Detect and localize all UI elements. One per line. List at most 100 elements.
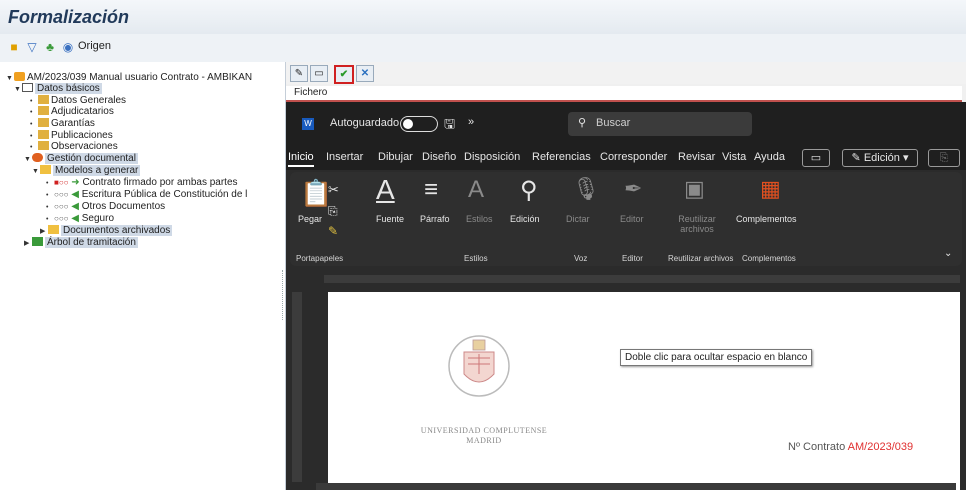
ribbon-tabs: Inicio Insertar Dibujar Diseño Disposici… bbox=[286, 146, 966, 170]
search-icon: ⚲ bbox=[520, 177, 538, 204]
vertical-ruler bbox=[292, 292, 302, 482]
search-box[interactable]: ⚲ Buscar bbox=[568, 112, 752, 136]
tree-item-observaciones[interactable]: • Observaciones bbox=[30, 141, 118, 153]
tab-diseno[interactable]: Diseño bbox=[422, 151, 456, 163]
paragraph-icon: ≡ bbox=[424, 176, 439, 203]
document-page[interactable]: UNIVERSIDAD COMPLUTENSE MADRID Nº Contra… bbox=[328, 292, 960, 490]
check-icon[interactable]: ✔ bbox=[334, 65, 354, 84]
university-name: UNIVERSIDAD COMPLUTENSE MADRID bbox=[420, 426, 548, 445]
app-title: Formalización bbox=[8, 7, 130, 27]
expand-arrow-icon[interactable]: ▼ bbox=[14, 84, 22, 96]
tree-item-modelos[interactable]: ▼ Modelos a generar bbox=[32, 165, 141, 178]
autosave-label: Autoguardado bbox=[330, 117, 400, 129]
search-placeholder: Buscar bbox=[596, 117, 631, 129]
group-estilos: Estilos bbox=[464, 254, 488, 263]
folder-icon bbox=[48, 225, 59, 234]
group-voz: Voz bbox=[574, 254, 588, 263]
origin-icon[interactable]: ◉ bbox=[60, 39, 76, 55]
tree-item-otros[interactable]: • ○○○ ◀ Otros Documentos bbox=[46, 201, 165, 213]
expand-arrow-icon[interactable]: ▼ bbox=[32, 166, 40, 178]
tree-item-contrato-firmado[interactable]: • ■○○ ➜ Contrato firmado por ambas partes bbox=[46, 177, 238, 189]
green-doc-icon: ◀ bbox=[71, 213, 79, 224]
table-icon bbox=[38, 95, 49, 104]
horizontal-ruler bbox=[286, 272, 966, 286]
expand-arrow-icon[interactable]: ▼ bbox=[24, 154, 32, 166]
editing-mode-button[interactable]: ✎ Edición ▾ bbox=[842, 149, 918, 167]
save-icon[interactable]: 🖫 bbox=[444, 115, 455, 137]
new-document-icon[interactable]: ■ bbox=[6, 39, 22, 55]
copy-icon[interactable]: ⎘ bbox=[328, 204, 338, 219]
group-editor: Editor bbox=[622, 254, 643, 263]
group-portapapeles: Portapapeles bbox=[296, 254, 344, 263]
filter-icon[interactable]: ▽ bbox=[24, 39, 40, 55]
microphone-icon: 🎙 bbox=[572, 176, 600, 201]
collapse-ribbon-icon[interactable]: ⌄ bbox=[944, 248, 952, 259]
close-icon[interactable]: ✕ bbox=[356, 65, 374, 82]
font-icon: A bbox=[376, 174, 395, 205]
status-lights-icon: ■○○ bbox=[54, 178, 69, 187]
tree-icon bbox=[32, 237, 43, 246]
addins-icon: ▦ bbox=[760, 176, 781, 201]
green-doc-icon: ◀ bbox=[71, 189, 79, 200]
tab-dibujar[interactable]: Dibujar bbox=[378, 151, 413, 163]
table-icon bbox=[38, 141, 49, 150]
table-icon bbox=[38, 118, 49, 127]
group-complementos: Complementos bbox=[742, 254, 796, 263]
tab-inicio[interactable]: Inicio bbox=[288, 151, 314, 167]
expand-arrow-icon[interactable]: ▼ bbox=[6, 73, 14, 85]
tab-vista[interactable]: Vista bbox=[722, 151, 746, 163]
tab-corresponder[interactable]: Corresponder bbox=[600, 151, 667, 163]
reuse-files-icon: ▣ bbox=[684, 176, 705, 201]
tab-disposicion[interactable]: Disposición bbox=[464, 151, 520, 163]
more-commands-button[interactable]: » bbox=[468, 116, 474, 128]
tree-item-escritura[interactable]: • ○○○ ◀ Escritura Pública de Constitución… bbox=[46, 189, 247, 201]
document-arrow-icon: ➜ bbox=[71, 177, 80, 188]
comments-button[interactable]: ▭ bbox=[802, 149, 830, 167]
collapse-arrow-icon[interactable]: ▶ bbox=[24, 238, 32, 250]
styles-icon: A bbox=[468, 176, 485, 203]
document-management-icon bbox=[32, 153, 43, 162]
tab-insertar[interactable]: Insertar bbox=[326, 151, 363, 163]
word-titlebar: W Autoguardado 🖫 » ⚲ Buscar bbox=[286, 102, 966, 146]
autosave-toggle[interactable] bbox=[400, 116, 438, 132]
file-label: Fichero bbox=[294, 87, 328, 98]
folder-icon bbox=[22, 83, 33, 92]
university-crest-icon bbox=[448, 335, 510, 397]
ribbon-home: 📋 Pegar ✂ ⎘ ✎ A Fuente ≡ Párrafo A Estil… bbox=[290, 172, 962, 266]
word-logo-icon: W bbox=[302, 118, 314, 130]
tree-item-seguro[interactable]: • ○○○ ◀ Seguro bbox=[46, 213, 114, 225]
tree-item-adjudicatarios[interactable]: • Adjudicatarios bbox=[30, 106, 114, 118]
hierarchy-icon[interactable]: ♣ bbox=[42, 39, 58, 55]
document-toolbar: ✎ ▭ ✔ ✕ bbox=[286, 62, 966, 84]
tooltip: Doble clic para ocultar espacio en blanc… bbox=[620, 349, 813, 366]
status-lights-icon: ○○○ bbox=[54, 202, 69, 211]
status-lights-icon: ○○○ bbox=[54, 190, 69, 199]
table-icon bbox=[38, 106, 49, 115]
contract-number-line: Nº Contrato AM/2023/039 bbox=[788, 441, 914, 453]
word-window: W Autoguardado 🖫 » ⚲ Buscar Inicio Inser… bbox=[286, 102, 966, 490]
main-toolbar: ■ ▽ ♣ ◉ Origen bbox=[0, 34, 966, 63]
document-pane: ✎ ▭ ✔ ✕ Fichero W Autoguardado 🖫 » ⚲ Bus… bbox=[286, 62, 966, 490]
tree-item-datos-basicos[interactable]: ▼ Datos básicos bbox=[14, 83, 102, 95]
green-doc-icon: ◀ bbox=[71, 201, 79, 212]
tree-item-documentos-archivados[interactable]: ▶ Documentos archivados bbox=[40, 225, 173, 237]
title-bar: Formalización bbox=[0, 0, 966, 35]
tab-revisar[interactable]: Revisar bbox=[678, 151, 715, 163]
format-painter-icon[interactable]: ✎ bbox=[328, 224, 338, 238]
edit-icon[interactable]: ✎ bbox=[290, 65, 308, 82]
tab-ayuda[interactable]: Ayuda bbox=[754, 151, 785, 163]
tab-referencias[interactable]: Referencias bbox=[532, 151, 591, 163]
horizontal-scrollbar[interactable] bbox=[316, 483, 956, 490]
group-reutilizar: Reutilizar archivos bbox=[668, 254, 734, 263]
save-icon[interactable]: ▭ bbox=[310, 65, 328, 82]
tree-item-arbol[interactable]: ▶ Árbol de tramitación bbox=[24, 237, 138, 249]
folder-open-icon bbox=[40, 165, 51, 174]
tree-item-garantias[interactable]: • Garantías bbox=[30, 118, 95, 130]
file-label-bar: Fichero bbox=[286, 86, 962, 103]
status-lights-icon: ○○○ bbox=[54, 214, 69, 223]
cut-icon[interactable]: ✂ bbox=[328, 182, 339, 198]
tree-item-gestion-documental[interactable]: ▼ Gestión documental bbox=[24, 153, 138, 165]
share-button[interactable]: ⎘ bbox=[928, 149, 960, 167]
search-icon: ⚲ bbox=[578, 117, 587, 129]
origen-button[interactable]: Origen bbox=[78, 40, 111, 52]
